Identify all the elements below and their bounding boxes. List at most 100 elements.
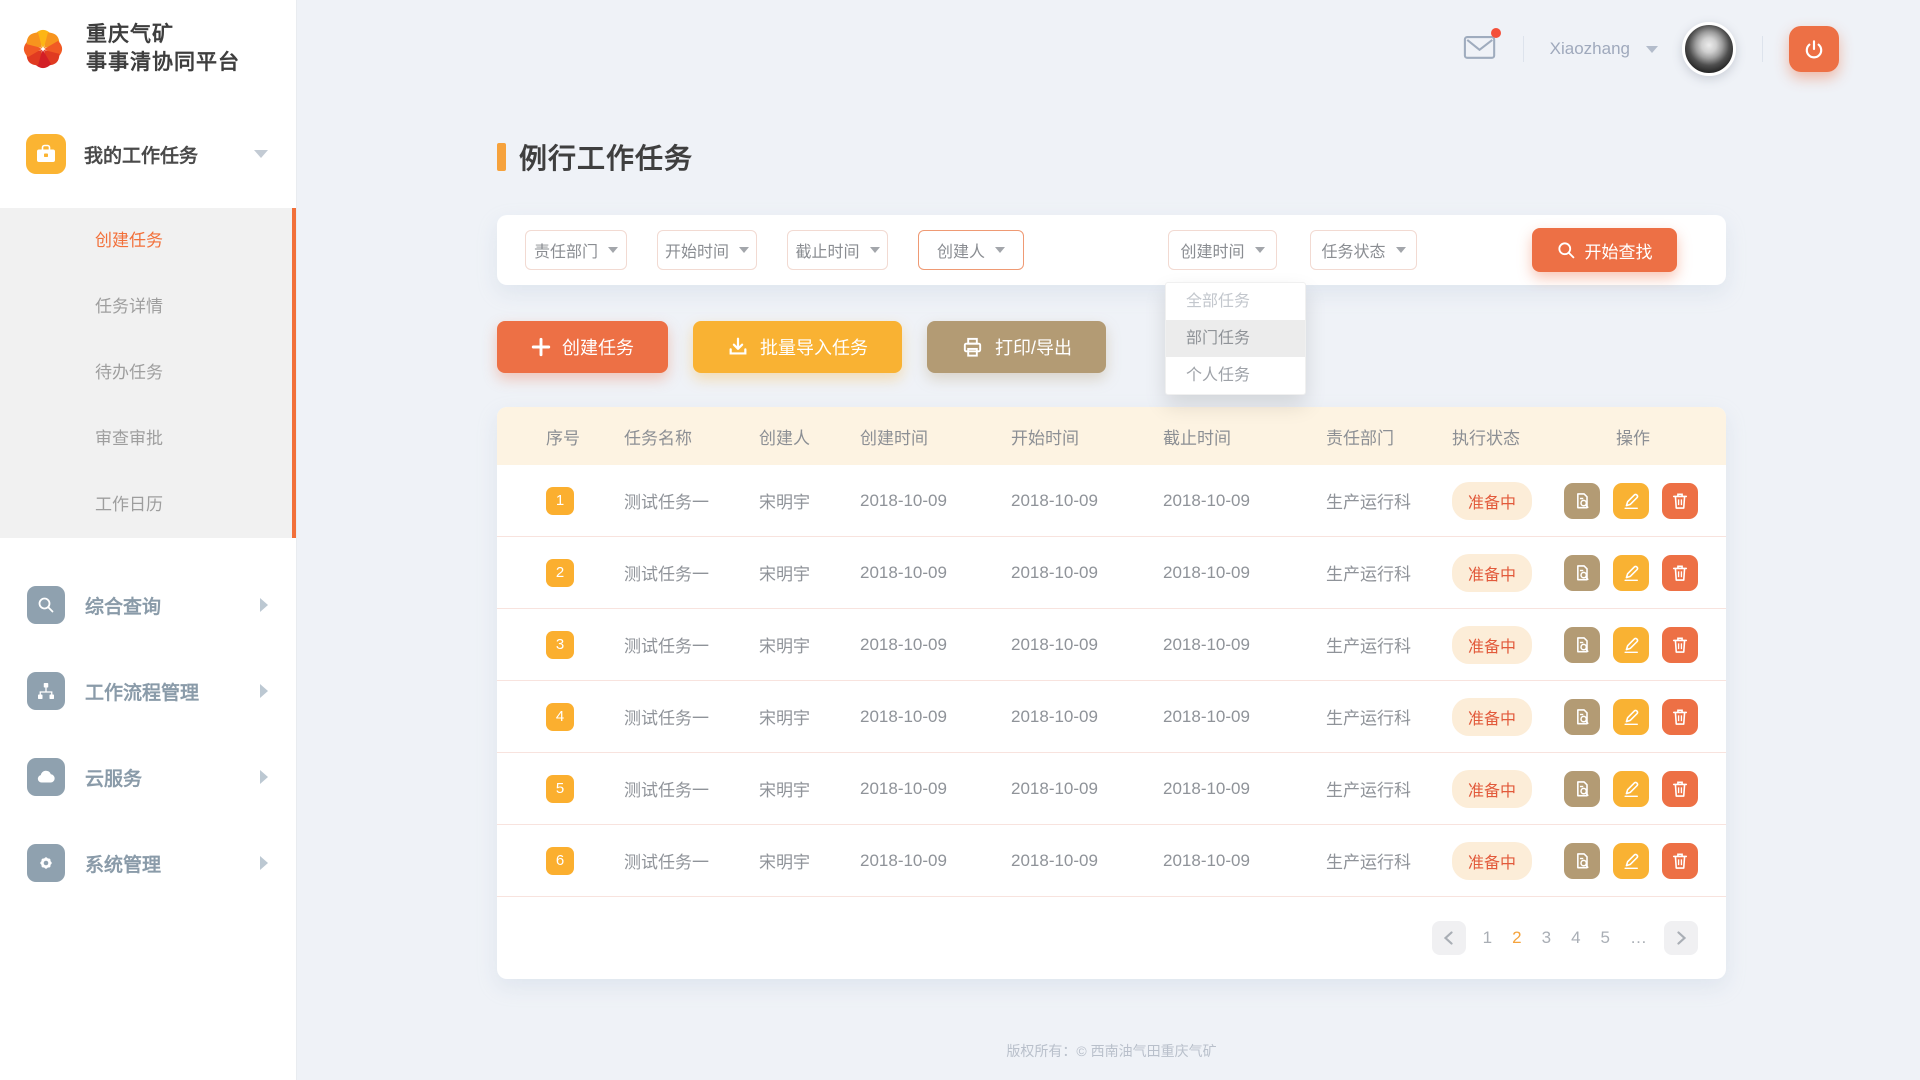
created-date-cell: 2018-10-09 (860, 563, 1011, 583)
creator-cell: 宋明宇 (759, 776, 860, 801)
chevron-down-icon (870, 247, 880, 253)
col-header: 操作 (1564, 424, 1698, 449)
dropdown-option-all-tasks[interactable]: 全部任务 (1166, 283, 1305, 320)
end-date-cell: 2018-10-09 (1163, 635, 1326, 655)
dept-cell: 生产运行科 (1326, 560, 1452, 585)
title-accent-bar (497, 143, 506, 171)
petro-flower-logo-icon (14, 20, 72, 78)
filter-select-creator[interactable]: 创建人 (918, 230, 1024, 270)
edit-task-button[interactable] (1613, 483, 1649, 519)
task-name-cell: 测试任务一 (624, 632, 759, 657)
sidebar-item-workflow-management[interactable]: 工作流程管理 (0, 648, 296, 734)
task-name-cell: 测试任务一 (624, 848, 759, 873)
sidebar-groups: 综合查询 工作流程管理 (0, 562, 296, 906)
filter-select-task-status[interactable]: 任务状态 (1310, 230, 1417, 270)
edit-task-button[interactable] (1613, 771, 1649, 807)
table-row: 2 测试任务一 宋明宇 2018-10-09 2018-10-09 2018-1… (497, 537, 1726, 609)
filter-select-responsible-dept[interactable]: 责任部门 (525, 230, 627, 270)
row-actions (1564, 483, 1698, 519)
sidebar-item-system-management[interactable]: 系统管理 (0, 820, 296, 906)
delete-task-button[interactable] (1662, 555, 1698, 591)
status-badge: 准备中 (1452, 842, 1532, 880)
page-number[interactable]: 4 (1568, 928, 1583, 948)
page-number[interactable]: 1 (1480, 928, 1495, 948)
sidebar-item-work-calendar[interactable]: 工作日历 (0, 472, 292, 538)
filter-select-start-time[interactable]: 开始时间 (657, 230, 757, 270)
chevron-down-icon (254, 150, 268, 158)
trash-icon (1670, 635, 1690, 655)
sidebar-item-create-task[interactable]: 创建任务 (0, 208, 292, 274)
col-header: 截止时间 (1163, 424, 1326, 449)
edit-task-button[interactable] (1613, 627, 1649, 663)
page-number-active[interactable]: 2 (1509, 928, 1524, 948)
created-date-cell: 2018-10-09 (860, 491, 1011, 511)
delete-task-button[interactable] (1662, 483, 1698, 519)
dropdown-option-personal-tasks[interactable]: 个人任务 (1166, 357, 1305, 394)
chevron-down-icon (995, 247, 1005, 253)
sidebar-item-review-approval[interactable]: 审查审批 (0, 406, 292, 472)
filter-select-create-time[interactable]: 创建时间 (1168, 230, 1277, 270)
chevron-down-icon (1396, 247, 1406, 253)
view-doc-icon (1572, 563, 1592, 583)
start-date-cell: 2018-10-09 (1011, 851, 1163, 871)
task-name-cell: 测试任务一 (624, 704, 759, 729)
view-task-button[interactable] (1564, 843, 1600, 879)
sidebar-item-my-tasks[interactable]: 我的工作任务 (0, 126, 296, 182)
col-header: 执行状态 (1452, 424, 1564, 449)
start-date-cell: 2018-10-09 (1011, 779, 1163, 799)
row-actions (1564, 699, 1698, 735)
edit-task-button[interactable] (1613, 843, 1649, 879)
search-button[interactable]: 开始查找 (1532, 228, 1677, 272)
view-doc-icon (1572, 707, 1592, 727)
filter-select-end-time[interactable]: 截止时间 (787, 230, 888, 270)
page-number[interactable]: 5 (1598, 928, 1613, 948)
view-task-button[interactable] (1564, 699, 1600, 735)
row-number-badge: 6 (546, 847, 574, 875)
sidebar-item-comprehensive-query[interactable]: 综合查询 (0, 562, 296, 648)
view-task-button[interactable] (1564, 771, 1600, 807)
trash-icon (1670, 851, 1690, 871)
create-task-button[interactable]: 创建任务 (497, 321, 668, 373)
edit-task-button[interactable] (1613, 699, 1649, 735)
status-badge: 准备中 (1452, 698, 1532, 736)
username[interactable]: Xiaozhang (1550, 39, 1630, 59)
col-header: 创建时间 (860, 424, 1011, 449)
view-task-button[interactable] (1564, 483, 1600, 519)
row-number-badge: 3 (546, 631, 574, 659)
logout-button[interactable] (1789, 26, 1839, 72)
row-number-badge: 2 (546, 559, 574, 587)
edit-task-button[interactable] (1613, 555, 1649, 591)
dropdown-option-dept-tasks[interactable]: 部门任务 (1166, 320, 1305, 357)
delete-task-button[interactable] (1662, 627, 1698, 663)
start-date-cell: 2018-10-09 (1011, 563, 1163, 583)
start-date-cell: 2018-10-09 (1011, 707, 1163, 727)
print-export-button[interactable]: 打印/导出 (927, 321, 1106, 373)
user-avatar[interactable] (1682, 22, 1736, 76)
mail-icon[interactable] (1463, 32, 1497, 66)
batch-import-button[interactable]: 批量导入任务 (693, 321, 902, 373)
page-title: 例行工作任务 (519, 137, 693, 177)
view-task-button[interactable] (1564, 627, 1600, 663)
start-date-cell: 2018-10-09 (1011, 491, 1163, 511)
creator-cell: 宋明宇 (759, 848, 860, 873)
prev-page-button[interactable] (1432, 921, 1466, 955)
main-area: Xiaozhang 例行工作任务 责任部门 (297, 0, 1920, 1080)
sidebar-item-label: 我的工作任务 (84, 141, 198, 168)
chevron-right-icon (260, 598, 268, 612)
chevron-down-icon (739, 247, 749, 253)
sidebar-item-todo-tasks[interactable]: 待办任务 (0, 340, 292, 406)
chevron-down-icon[interactable] (1646, 46, 1658, 53)
delete-task-button[interactable] (1662, 843, 1698, 879)
page-number[interactable]: 3 (1539, 928, 1554, 948)
delete-task-button[interactable] (1662, 771, 1698, 807)
dept-cell: 生产运行科 (1326, 776, 1452, 801)
sitemap-icon (27, 672, 65, 710)
view-doc-icon (1572, 779, 1592, 799)
next-page-button[interactable] (1664, 921, 1698, 955)
view-task-button[interactable] (1564, 555, 1600, 591)
delete-task-button[interactable] (1662, 699, 1698, 735)
content: 例行工作任务 责任部门 开始时间 截止时间 创建人 创建时间 (497, 140, 1726, 1061)
sidebar-item-task-detail[interactable]: 任务详情 (0, 274, 292, 340)
edit-icon (1621, 779, 1641, 799)
sidebar-item-cloud-services[interactable]: 云服务 (0, 734, 296, 820)
